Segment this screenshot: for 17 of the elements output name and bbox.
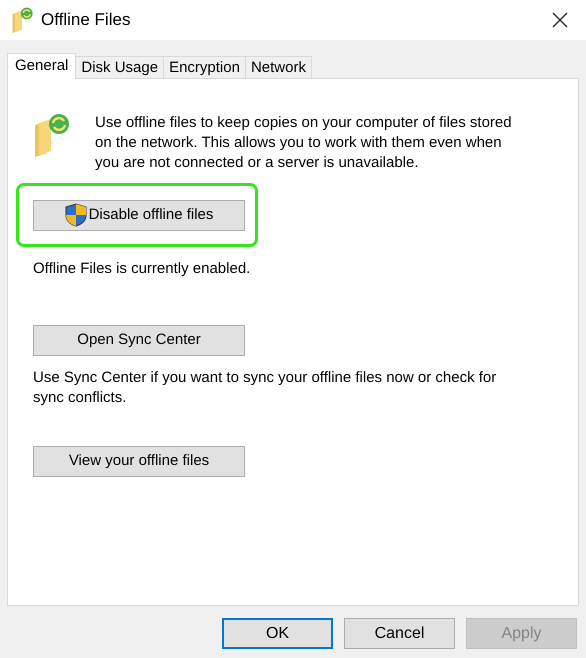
action-button[interactable]: Disable offline files bbox=[33, 200, 245, 230]
action-button[interactable]: View your offline files bbox=[33, 446, 245, 477]
info-text: Use Sync Center if you want to sync your offline files now or check for sync conflicts. bbox=[33, 368, 498, 408]
shield-icon bbox=[64, 203, 87, 227]
description-text: Use offline files to keep copies on your computer of files stored on the network. This allows you to work with them even when you are not connected or a server is unavailable. bbox=[95, 113, 513, 173]
tab[interactable]: General bbox=[7, 53, 76, 79]
close-icon bbox=[552, 12, 568, 28]
info-text: Offline Files is currently enabled. bbox=[33, 259, 252, 279]
tab[interactable]: Encryption bbox=[163, 56, 246, 78]
dialog-button[interactable]: Cancel bbox=[344, 618, 455, 649]
tab[interactable]: Network bbox=[244, 56, 312, 78]
dialog-button[interactable]: OK bbox=[222, 618, 333, 649]
action-button[interactable]: Open Sync Center bbox=[33, 325, 245, 356]
tab[interactable]: Disk Usage bbox=[75, 56, 164, 78]
sync-folder-icon bbox=[33, 113, 69, 157]
window-title: Offline Files bbox=[41, 9, 132, 32]
sync-folder-icon bbox=[11, 7, 33, 33]
